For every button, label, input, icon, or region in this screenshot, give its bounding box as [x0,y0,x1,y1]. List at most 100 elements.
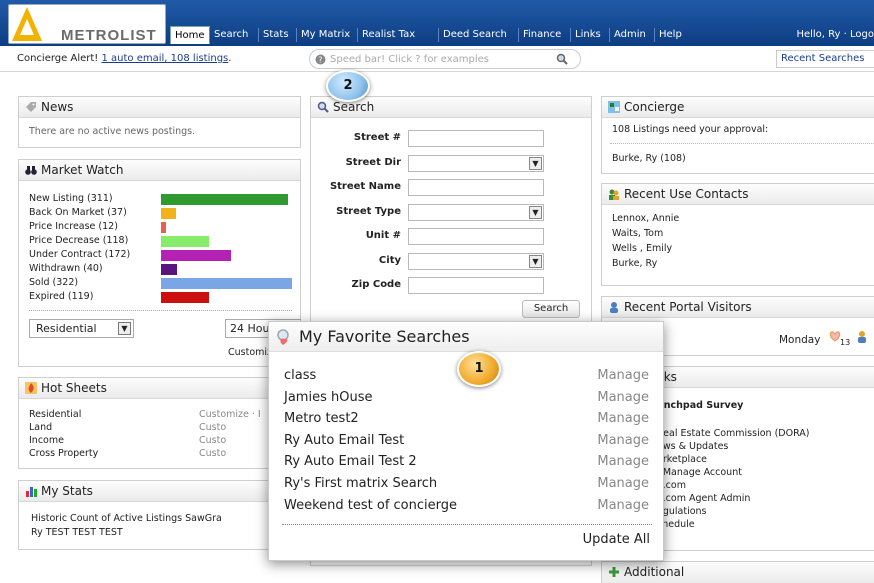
market-watch-bar[interactable] [161,292,209,303]
search-field-street[interactable] [408,130,544,147]
manage-button[interactable]: Manage [597,433,649,448]
stats-line[interactable]: Historic Count of Active Listings SawGra [31,512,288,526]
tab-realist-tax[interactable]: Realist Tax [358,26,419,44]
favorite-search-name[interactable]: class [284,368,316,383]
market-watch-item[interactable]: Price Increase (12) [29,221,118,232]
customize-link[interactable]: Custo [199,435,226,446]
customize-link[interactable]: Custo [199,448,226,459]
recent-searches-dropdown[interactable]: Recent Searches [776,50,874,68]
tab-admin[interactable]: Admin [610,26,650,44]
customize-link[interactable]: Customize · I [199,409,261,420]
manage-button[interactable]: Manage [597,476,649,491]
tab-my-matrix[interactable]: My Matrix [297,26,354,44]
manage-button[interactable]: Manage [597,454,649,469]
link-launchpad-survey[interactable]: unchpad Survey [657,400,743,411]
link-item[interactable]: ews & Updates [657,440,810,453]
search-button[interactable]: Search [522,300,580,318]
contact-item[interactable]: Burke, Ry [612,256,874,271]
link-item[interactable]: egulations [657,505,810,518]
link-item[interactable]: l/Manage Account [657,466,810,479]
market-watch-bar[interactable] [161,208,176,219]
search-field-city[interactable]: ▼ [408,252,544,270]
link-item[interactable]: Real Estate Commission (DORA) [657,427,810,440]
favorite-search-name[interactable]: Ry's First matrix Search [284,476,437,491]
search-icon[interactable] [556,53,568,65]
market-watch-bar[interactable] [161,222,166,233]
chevron-down-icon[interactable]: ▼ [529,156,542,170]
tab-help[interactable]: Help [655,26,686,44]
favorite-search-row[interactable]: Metro test2 Manage [284,411,649,426]
concierge-alert: Concierge Alert! 1 auto email, 108 listi… [17,53,232,64]
favorite-search-row[interactable]: Ry Auto Email Test 2 Manage [284,454,649,469]
tab-deed-search[interactable]: Deed Search [439,26,511,44]
favorite-search-name[interactable]: Ry Auto Email Test [284,433,404,448]
tab-search[interactable]: Search [210,26,252,44]
favorite-search-name[interactable]: Ry Auto Email Test 2 [284,454,417,469]
market-watch-bar[interactable] [161,250,231,261]
manage-button[interactable]: Manage [597,498,649,513]
market-watch-item[interactable]: Expired (119) [29,291,93,302]
favorite-search-row[interactable]: Ry's First matrix Search Manage [284,476,649,491]
stats-line[interactable]: Ry TEST TEST TEST [31,526,288,540]
tab-links[interactable]: Links [571,26,605,44]
speed-bar-input[interactable]: ? Speed bar! Click ? for examples [309,49,581,69]
news-text: There are no active news postings. [29,126,196,137]
tab-separator [258,28,259,42]
search-field-zip-code[interactable] [408,277,544,294]
search-field-street-name[interactable] [408,179,544,196]
search-field-unit[interactable] [408,228,544,245]
market-watch-item[interactable]: New Listing (311) [29,193,113,204]
hot-sheet-item[interactable]: Income [29,435,64,446]
favorite-search-name[interactable]: Metro test2 [284,411,359,426]
contact-item[interactable]: Lennox, Annie [612,211,874,226]
market-watch-item[interactable]: Under Contract (172) [29,249,130,260]
market-watch-bar[interactable] [161,236,209,247]
user-greeting[interactable]: Hello, Ry · Logo [796,29,874,40]
tab-home[interactable]: Home [170,26,210,44]
customize-link[interactable]: Custo [199,422,226,433]
contact-item[interactable]: Waits, Tom [612,226,874,241]
favorite-search-row[interactable]: Ry Auto Email Test Manage [284,433,649,448]
help-icon[interactable]: ? [315,54,326,65]
market-watch-panel: Market Watch New Listing (311) Back On Ma… [18,159,301,367]
tab-stats[interactable]: Stats [259,26,293,44]
favorite-search-row[interactable]: Weekend test of concierge Manage [284,498,649,513]
contact-item[interactable]: Wells , Emily [612,241,874,256]
favorite-search-name[interactable]: Weekend test of concierge [284,498,457,513]
link-item[interactable]: chedule [657,518,810,531]
market-watch-item[interactable]: Withdrawn (40) [29,263,103,274]
hot-sheet-item[interactable]: Land [29,422,52,433]
chevron-down-icon[interactable]: ▼ [529,205,542,219]
update-all-button[interactable]: Update All [583,532,650,547]
link-item[interactable]: A [657,414,810,427]
recent-contacts-panel: Recent Use Contacts Lennox, Annie Waits, … [601,183,874,286]
alert-link[interactable]: 1 auto email, 108 listings [101,53,228,64]
link-item[interactable]: arketplace [657,453,810,466]
manage-button[interactable]: Manage [597,411,649,426]
link-item[interactable]: o.com [657,479,810,492]
tab-separator [357,28,358,42]
manage-button[interactable]: Manage [597,390,649,405]
chevron-down-icon[interactable]: ▼ [118,322,131,335]
favorite-search-row[interactable]: Jamies hOuse Manage [284,390,649,405]
market-watch-item[interactable]: Sold (322) [29,277,78,288]
concierge-approval-link[interactable]: Burke, Ry (108) [612,153,686,164]
hot-sheet-item[interactable]: Cross Property [29,448,98,459]
tab-finance[interactable]: Finance [519,26,565,44]
search-field-street-dir[interactable]: ▼ [408,154,544,172]
chevron-down-icon[interactable]: ▼ [529,254,542,268]
market-watch-bar[interactable] [161,194,288,205]
market-watch-item[interactable]: Back On Market (37) [29,207,127,218]
market-watch-item[interactable]: Price Decrease (118) [29,235,128,246]
market-watch-bar[interactable] [161,264,177,275]
visitor-icon[interactable] [856,330,868,343]
property-type-select[interactable]: Residential ▼ [29,319,134,338]
search-field-street-type[interactable]: ▼ [408,203,544,221]
manage-button[interactable]: Manage [597,368,649,383]
favorite-search-name[interactable]: Jamies hOuse [284,390,372,405]
hot-sheet-item[interactable]: Residential [29,409,81,420]
search-field-label: Street Type [336,205,401,217]
metrolist-logo[interactable]: METROLIST [8,4,166,44]
link-item[interactable]: o.com Agent Admin [657,492,810,505]
market-watch-bar[interactable] [161,278,292,289]
